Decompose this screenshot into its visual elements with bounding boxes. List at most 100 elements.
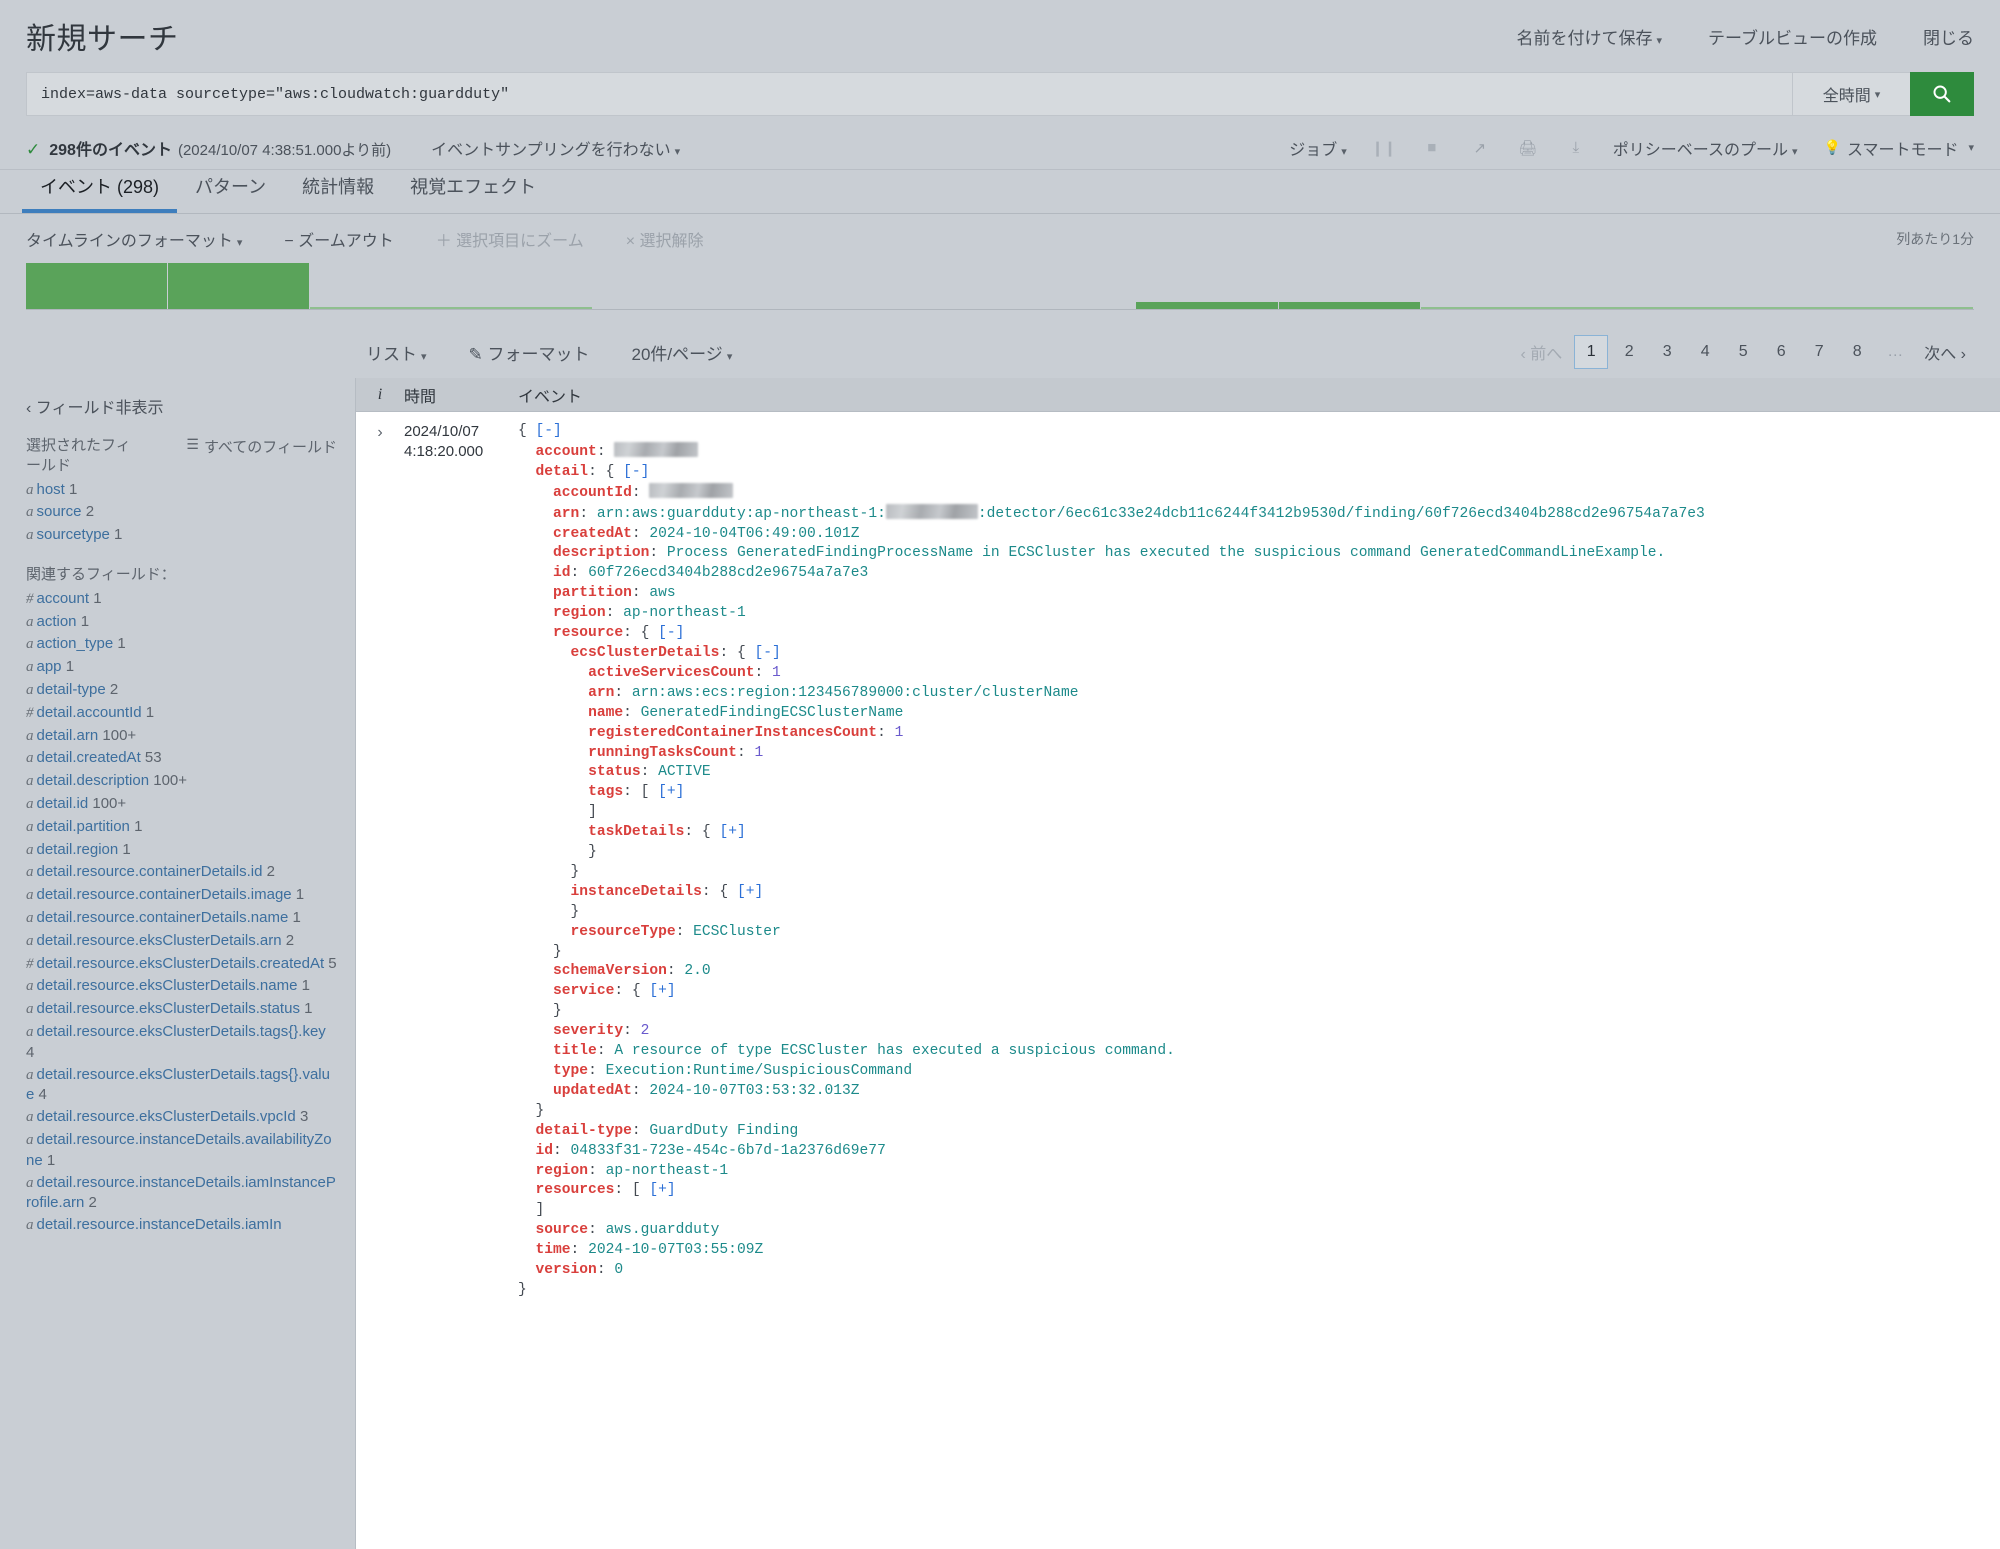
json-key[interactable]: activeServicesCount [588, 665, 754, 681]
interesting-field-10[interactable]: a detail.partition 1 [26, 816, 337, 839]
json-number-value[interactable]: 1 [754, 745, 763, 761]
json-number-value[interactable]: 1 [895, 725, 904, 741]
interesting-field-17[interactable]: a detail.resource.eksClusterDetails.name … [26, 975, 337, 998]
tab-patterns[interactable]: パターン [177, 165, 284, 213]
interesting-field-3[interactable]: a app 1 [26, 656, 337, 679]
json-key[interactable]: runningTasksCount [588, 745, 737, 761]
json-key[interactable]: registeredContainerInstancesCount [588, 725, 877, 741]
json-key[interactable]: source [536, 1222, 589, 1238]
json-string-value[interactable]: ap-northeast-1 [623, 605, 746, 621]
json-string-value[interactable]: ACTIVE [658, 764, 711, 780]
json-string-value[interactable]: 2024-10-07T03:53:32.013Z [649, 1083, 859, 1099]
json-key[interactable]: accountId [553, 485, 632, 501]
timeline-bar[interactable] [1420, 307, 1974, 309]
json-key[interactable]: resource [553, 625, 623, 641]
search-input[interactable]: index=aws-data sourcetype="aws:cloudwatc… [26, 72, 1792, 116]
pagination-page-4[interactable]: 4 [1688, 335, 1722, 369]
pagination-page-6[interactable]: 6 [1764, 335, 1798, 369]
tab-statistics[interactable]: 統計情報 [284, 165, 392, 213]
print-icon[interactable]: 🖨 [1517, 137, 1539, 159]
json-string-value[interactable]: 2024-10-04T06:49:00.101Z [649, 526, 859, 542]
json-string-value[interactable]: ECSCluster [693, 924, 781, 940]
json-key[interactable]: service [553, 983, 614, 999]
close-button[interactable]: 閉じる [1923, 24, 1974, 49]
tab-events[interactable]: イベント (298) [22, 165, 178, 213]
json-key[interactable]: status [588, 764, 641, 780]
pagination-next[interactable]: 次へ › [1916, 335, 1974, 369]
interesting-field-2[interactable]: a action_type 1 [26, 633, 337, 656]
timeline-bar[interactable] [1278, 301, 1421, 309]
json-expand-toggle[interactable]: [+] [649, 983, 675, 999]
search-submit-button[interactable] [1910, 72, 1974, 116]
json-expand-toggle[interactable]: [+] [658, 784, 684, 800]
timeline-bar[interactable] [310, 307, 593, 309]
json-string-value[interactable]: 0 [614, 1262, 623, 1278]
interesting-field-5[interactable]: # detail.accountId 1 [26, 702, 337, 725]
json-key[interactable]: region [536, 1163, 589, 1179]
interesting-field-8[interactable]: a detail.description 100+ [26, 770, 337, 793]
json-string-value[interactable]: aws.guardduty [606, 1222, 720, 1238]
interesting-field-15[interactable]: a detail.resource.eksClusterDetails.arn 2 [26, 930, 337, 953]
workload-pool-dropdown[interactable]: ポリシーベースのプール ▾ [1613, 136, 1798, 160]
interesting-field-18[interactable]: a detail.resource.eksClusterDetails.statu… [26, 998, 337, 1021]
timeline-bar[interactable] [26, 263, 169, 309]
json-key[interactable]: taskDetails [588, 824, 684, 840]
pagination-page-2[interactable]: 2 [1612, 335, 1646, 369]
interesting-field-11[interactable]: a detail.region 1 [26, 839, 337, 862]
json-string-value[interactable]: 04833f31-723e-454c-6b7d-1a2376d69e77 [571, 1143, 886, 1159]
json-key[interactable]: region [553, 605, 606, 621]
selected-field-2[interactable]: a sourcetype 1 [26, 524, 337, 547]
json-string-value[interactable]: Process GeneratedFindingProcessName in E… [667, 545, 1665, 561]
interesting-field-21[interactable]: a detail.resource.eksClusterDetails.vpcId… [26, 1106, 337, 1129]
json-key[interactable]: type [553, 1063, 588, 1079]
tab-visualization[interactable]: 視覚エフェクト [392, 165, 554, 213]
event-sampling-dropdown[interactable]: イベントサンプリングを行わない ▾ [431, 136, 680, 160]
json-string-value[interactable]: A resource of type ECSCluster has execut… [614, 1043, 1175, 1059]
json-key[interactable]: detail [536, 464, 589, 480]
pagination-page-1[interactable]: 1 [1574, 335, 1609, 369]
interesting-field-9[interactable]: a detail.id 100+ [26, 793, 337, 816]
json-key[interactable]: updatedAt [553, 1083, 632, 1099]
save-as-button[interactable]: 名前を付けて保存 ▾ [1516, 24, 1662, 49]
json-expand-toggle[interactable]: [-] [658, 625, 684, 641]
json-expand-toggle[interactable]: [+] [737, 884, 763, 900]
json-string-value[interactable]: ap-northeast-1 [606, 1163, 729, 1179]
json-key[interactable]: tags [588, 784, 623, 800]
json-key[interactable]: detail-type [536, 1123, 632, 1139]
json-expand-toggle[interactable]: [-] [623, 464, 649, 480]
column-header-time[interactable]: 時間 [404, 383, 500, 407]
event-json-body[interactable]: { [-] account: detail: { [-] accountId: … [500, 422, 1705, 1301]
json-key[interactable]: title [553, 1043, 597, 1059]
json-key[interactable]: id [536, 1143, 554, 1159]
json-expand-toggle[interactable]: [-] [754, 645, 780, 661]
per-page-dropdown[interactable]: 20件/ページ ▾ [632, 340, 733, 365]
timeline-bar[interactable] [1136, 301, 1279, 309]
timeline-chart[interactable] [0, 263, 2000, 326]
json-string-value[interactable]: :detector/6ec61c33e24dcb11c6244f3412b953… [978, 506, 1705, 522]
json-key[interactable]: severity [553, 1023, 623, 1039]
json-key[interactable]: description [553, 545, 649, 561]
json-key[interactable]: instanceDetails [571, 884, 702, 900]
search-mode-dropdown[interactable]: 💡 スマートモード ▾ [1824, 136, 1975, 160]
json-key[interactable]: account [536, 444, 597, 460]
json-string-value[interactable]: aws [649, 585, 675, 601]
interesting-field-22[interactable]: a detail.resource.instanceDetails.availab… [26, 1129, 337, 1172]
timeline-bar[interactable] [168, 263, 311, 309]
selected-field-1[interactable]: a source 2 [26, 501, 337, 524]
json-key[interactable]: createdAt [553, 526, 632, 542]
json-key[interactable]: version [536, 1262, 597, 1278]
json-string-value[interactable]: GuardDuty Finding [649, 1123, 798, 1139]
json-key[interactable]: time [536, 1242, 571, 1258]
json-expand-toggle[interactable]: [+] [719, 824, 745, 840]
pause-icon[interactable]: ❙❙ [1371, 137, 1396, 159]
time-range-picker[interactable]: 全時間 ▾ [1792, 72, 1910, 116]
json-key[interactable]: schemaVersion [553, 963, 667, 979]
all-fields-button[interactable]: ☰ すべてのフィールド [186, 436, 337, 457]
interesting-field-14[interactable]: a detail.resource.containerDetails.name 1 [26, 907, 337, 930]
interesting-field-13[interactable]: a detail.resource.containerDetails.image … [26, 884, 337, 907]
pagination-page-7[interactable]: 7 [1802, 335, 1836, 369]
json-key[interactable]: arn [553, 506, 579, 522]
json-string-value[interactable]: 2024-10-07T03:55:09Z [588, 1242, 763, 1258]
interesting-field-24[interactable]: a detail.resource.instanceDetails.iamIn [26, 1214, 337, 1237]
pagination-page-5[interactable]: 5 [1726, 335, 1760, 369]
